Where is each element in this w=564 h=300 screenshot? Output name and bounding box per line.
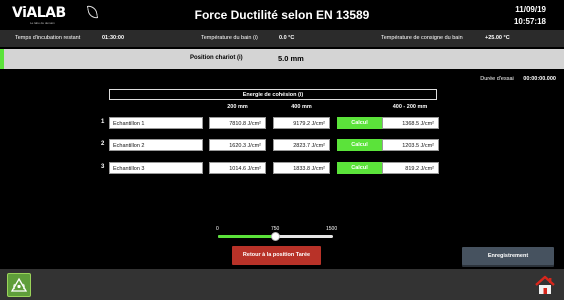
table-row: 1 Echantillon 1 7810.8 J/cm² 9179.2 J/cm… <box>0 117 564 129</box>
energy-title[interactable]: Energie de cohésion (i) <box>109 89 437 100</box>
energy-diff-value: 1368.5 J/cm² <box>382 117 439 129</box>
test-duration: Durée d'essai 00:00:00.000 <box>480 76 556 82</box>
sample-name-field[interactable]: Echantillon 3 <box>109 162 203 174</box>
position-bar: Position chariot (i) 5.0 mm <box>0 49 564 69</box>
energy-400-value: 2823.7 J/cm² <box>273 139 330 151</box>
bath-temp-label[interactable]: Température du bain (i) <box>201 35 258 41</box>
home-icon[interactable] <box>534 274 556 296</box>
col-header-diff: 400 - 200 mm <box>392 104 428 110</box>
enregistrement-button[interactable]: Enregistrement <box>462 247 554 265</box>
calcul-button[interactable]: Calcul <box>337 117 382 129</box>
incubation-label: Temps d'incubation restant <box>15 35 81 41</box>
slider-min-label: 0 <box>216 226 219 232</box>
incubation-value: 01:30:00 <box>102 35 125 41</box>
sample-name-field[interactable]: Echantillon 1 <box>109 117 203 129</box>
row-number: 2 <box>101 141 105 147</box>
row-number: 3 <box>101 164 105 170</box>
calcul-button[interactable]: Calcul <box>337 162 382 174</box>
energy-200-value: 1014.6 J/cm² <box>209 162 266 174</box>
position-label[interactable]: Position chariot (i) <box>190 55 243 61</box>
info-bar: Temps d'incubation restant 01:30:00 Temp… <box>0 30 564 47</box>
row-number: 1 <box>101 119 105 125</box>
footer <box>0 269 564 300</box>
col-header-200: 200 mm <box>227 104 248 110</box>
col-header-400: 400 mm <box>291 104 312 110</box>
calcul-button[interactable]: Calcul <box>337 139 382 151</box>
duration-label: Durée d'essai <box>480 76 514 82</box>
duration-value: 00:00:00.000 <box>523 76 556 82</box>
position-accent <box>0 49 4 69</box>
page-title: Force Ductilité selon EN 13589 <box>194 8 370 22</box>
datetime: 11/09/19 10:57:18 <box>514 4 546 28</box>
retour-position-button[interactable]: Retour à la position Tarée <box>232 246 321 265</box>
speed-slider-handle[interactable] <box>271 232 280 241</box>
alarm-icon <box>10 277 28 292</box>
alarm-button[interactable] <box>7 273 31 297</box>
energy-400-value: 9179.2 J/cm² <box>273 117 330 129</box>
table-row: 2 Echantillon 2 1620.3 J/cm² 2823.7 J/cm… <box>0 139 564 151</box>
sample-name-field[interactable]: Echantillon 2 <box>109 139 203 151</box>
setpoint-value[interactable]: +25.00 °C <box>485 35 510 41</box>
energy-200-value: 1620.3 J/cm² <box>209 139 266 151</box>
header: ViALAB Le labo de demain Force Ductilité… <box>0 0 564 28</box>
slider-max-label: 1500 <box>326 226 338 232</box>
position-value: 5.0 mm <box>278 54 304 63</box>
time-display: 10:57:18 <box>513 17 546 26</box>
table-row: 3 Echantillon 3 1014.6 J/cm² 1833.8 J/cm… <box>0 162 564 174</box>
energy-diff-value: 819.2 J/cm² <box>382 162 439 174</box>
bath-temp-value: 0.0 °C <box>279 35 295 41</box>
setpoint-label: Température de consigne du bain <box>381 35 463 41</box>
date-display: 11/09/19 <box>515 5 546 14</box>
energy-200-value: 7810.8 J/cm² <box>209 117 266 129</box>
energy-400-value: 1833.8 J/cm² <box>273 162 330 174</box>
speed-slider-fill <box>218 235 276 238</box>
energy-diff-value: 1203.5 J/cm² <box>382 139 439 151</box>
